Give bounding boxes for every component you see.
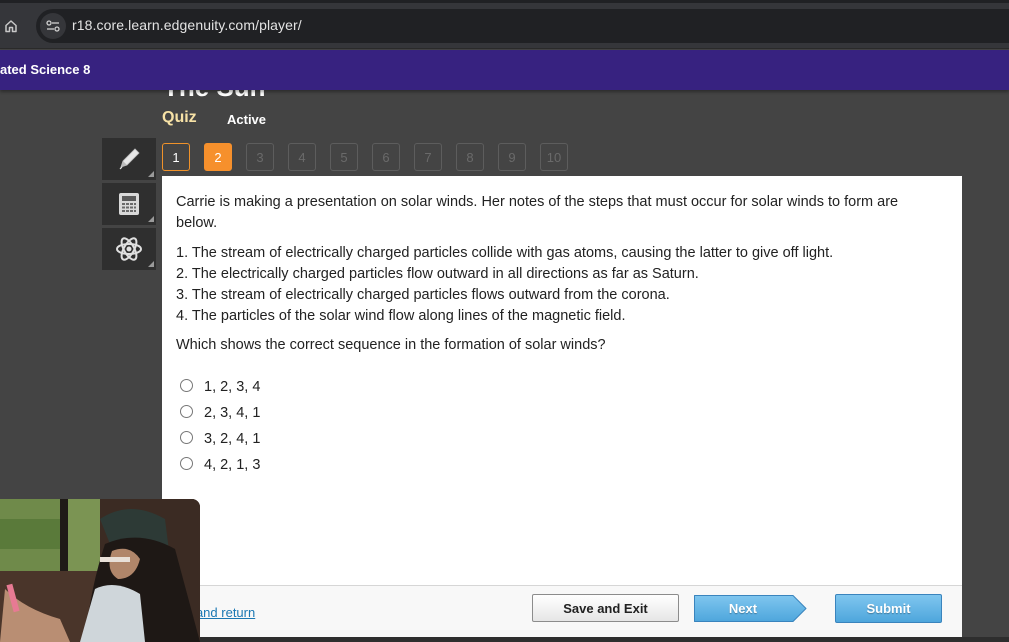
question-nav-3: 3	[246, 143, 274, 171]
course-header: ated Science 8	[0, 50, 1009, 90]
course-title: ated Science 8	[0, 62, 91, 77]
answer-option-2[interactable]: 2, 3, 4, 1	[180, 400, 260, 426]
question-nav-2[interactable]: 2	[204, 143, 232, 171]
answer-option-label[interactable]: 4, 2, 1, 3	[204, 457, 260, 473]
site-info-button[interactable]	[40, 13, 66, 39]
answer-option-label[interactable]: 2, 3, 4, 1	[204, 405, 260, 421]
science-tool-button[interactable]	[102, 228, 156, 272]
activity-status: Active	[227, 112, 267, 127]
question-panel: Carrie is making a presentation on solar…	[162, 176, 962, 586]
calculator-tool-button[interactable]	[102, 183, 156, 227]
tools-panel	[102, 138, 156, 273]
answer-option-1[interactable]: 1, 2, 3, 4	[180, 374, 260, 400]
tool-expand-corner	[148, 261, 154, 267]
question-nav-7: 7	[414, 143, 442, 171]
video-overlay[interactable]	[0, 499, 200, 642]
question-nav-8: 8	[456, 143, 484, 171]
address-bar[interactable]: r18.core.learn.edgenuity.com/player/	[36, 9, 1009, 43]
site-info-icon	[46, 20, 60, 32]
question-nav-6: 6	[372, 143, 400, 171]
activity-type-label: Quiz	[162, 109, 197, 126]
next-button[interactable]: Next	[693, 594, 808, 623]
save-and-exit-button[interactable]: Save and Exit	[532, 594, 679, 622]
answer-radio[interactable]	[180, 379, 193, 392]
question-text: Carrie is making a presentation on solar…	[176, 194, 899, 231]
home-icon	[5, 20, 17, 33]
submit-button[interactable]: Submit	[835, 594, 942, 623]
question-navigation: 1 2 3 4 5 6 7 8 9 10	[162, 143, 568, 171]
question-nav-4: 4	[288, 143, 316, 171]
answer-radio[interactable]	[180, 405, 193, 418]
question-nav-1[interactable]: 1	[162, 143, 190, 171]
question-prompt: Which shows the correct sequence in the …	[176, 337, 606, 353]
pencil-icon	[119, 148, 140, 170]
calculator-icon	[119, 193, 139, 215]
answer-option-3[interactable]: 3, 2, 4, 1	[180, 426, 260, 452]
tool-expand-corner	[148, 171, 154, 177]
question-footer: k this and return Save and Exit Next Sub…	[162, 585, 962, 637]
answer-option-label[interactable]: 1, 2, 3, 4	[204, 379, 260, 395]
home-button[interactable]	[0, 13, 22, 39]
step-item: 3. The stream of electrically charged pa…	[176, 287, 670, 303]
step-item: 2. The electrically charged particles fl…	[176, 266, 699, 282]
tool-expand-corner	[148, 216, 154, 222]
pencil-tool-button[interactable]	[102, 138, 156, 182]
question-nav-5: 5	[330, 143, 358, 171]
answer-options: 1, 2, 3, 4 2, 3, 4, 1 3, 2, 4, 1 4, 2, 1…	[180, 374, 260, 478]
question-steps-list: 1. The stream of electrically charged pa…	[176, 243, 833, 327]
url-text[interactable]: r18.core.learn.edgenuity.com/player/	[72, 17, 302, 33]
question-nav-10: 10	[540, 143, 568, 171]
browser-toolbar: r18.core.learn.edgenuity.com/player/	[0, 3, 1009, 49]
next-button-label[interactable]: Next	[693, 594, 793, 623]
answer-option-4[interactable]: 4, 2, 1, 3	[180, 452, 260, 478]
answer-option-label[interactable]: 3, 2, 4, 1	[204, 431, 260, 447]
question-nav-9: 9	[498, 143, 526, 171]
atom-icon	[116, 237, 142, 261]
step-item: 4. The particles of the solar wind flow …	[176, 308, 626, 324]
answer-radio[interactable]	[180, 431, 193, 444]
video-frame	[0, 499, 200, 642]
step-item: 1. The stream of electrically charged pa…	[176, 245, 834, 261]
answer-radio[interactable]	[180, 457, 193, 470]
